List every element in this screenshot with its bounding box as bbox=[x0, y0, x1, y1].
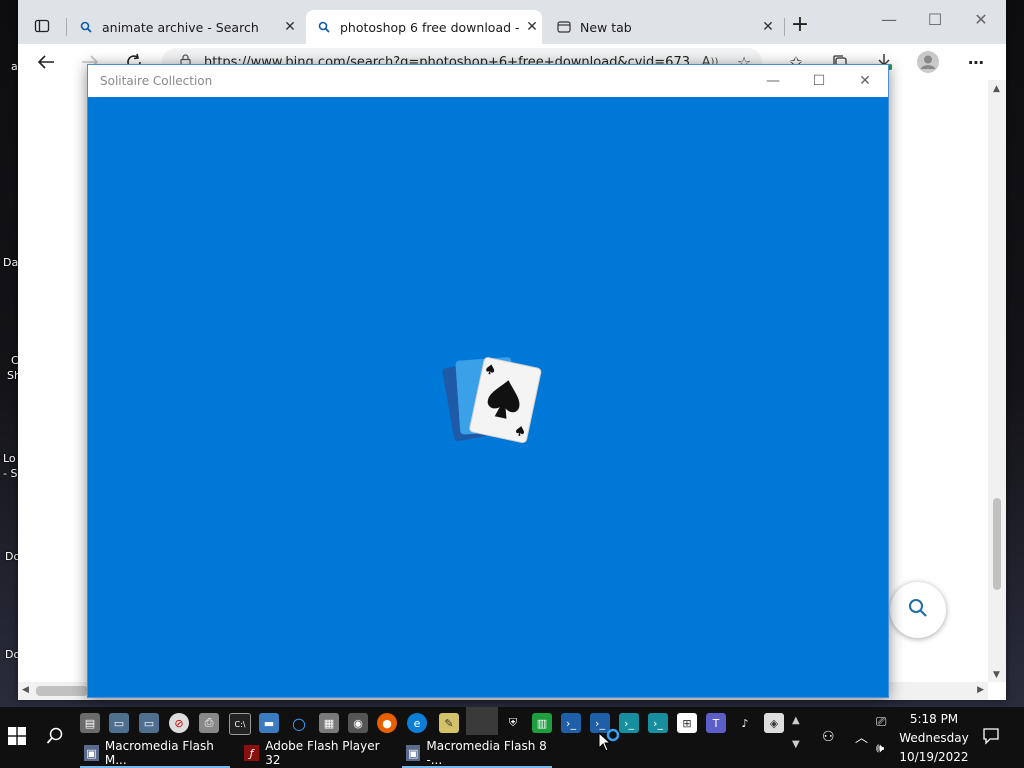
flash-player-icon: ƒ bbox=[244, 745, 260, 761]
task-label: Adobe Flash Player 32 bbox=[265, 739, 380, 767]
new-tab-icon bbox=[556, 19, 572, 35]
close-tab-icon[interactable]: ✕ bbox=[280, 19, 300, 35]
tab-actions-icon[interactable] bbox=[28, 14, 56, 38]
taskbar-search-icon[interactable] bbox=[46, 727, 64, 749]
windows-icon bbox=[8, 727, 26, 745]
minimize-icon[interactable]: — bbox=[750, 65, 796, 97]
scroll-down-arrow-icon[interactable]: ▼ bbox=[993, 670, 1000, 680]
edge-icon[interactable]: e bbox=[407, 713, 427, 733]
close-icon[interactable]: ✕ bbox=[842, 65, 888, 97]
network-icon[interactable]: ▭ bbox=[139, 713, 159, 733]
clock-app-icon[interactable]: ⊘ bbox=[169, 713, 189, 733]
volume-icon[interactable]: 🕪 bbox=[876, 741, 884, 756]
tab-strip: animate archive - Search ✕ photoshop 6 f… bbox=[18, 0, 1006, 44]
desktop-icon-label[interactable]: - S bbox=[3, 467, 17, 480]
clock-date: 10/19/2022 bbox=[899, 750, 969, 764]
maximize-icon[interactable]: ☐ bbox=[912, 10, 958, 29]
taskbar-task-flash-8[interactable]: ▣ Macromedia Flash 8 -... bbox=[402, 738, 552, 768]
profile-avatar[interactable] bbox=[914, 50, 942, 74]
solitaire-window: Solitaire Collection — ☐ ✕ bbox=[87, 64, 889, 698]
more-icon[interactable]: ⋯ bbox=[962, 50, 990, 74]
terminal-icon[interactable]: ›_ bbox=[619, 713, 639, 733]
search-icon bbox=[78, 19, 94, 35]
search-icon bbox=[316, 19, 332, 35]
new-tab-button[interactable]: + bbox=[786, 12, 814, 37]
back-icon[interactable] bbox=[32, 50, 60, 74]
taskbar-task-flash-player[interactable]: ƒ Adobe Flash Player 32 bbox=[240, 738, 392, 768]
flash-8-icon: ▣ bbox=[406, 745, 421, 761]
vertical-scroll-thumb[interactable] bbox=[993, 498, 1001, 590]
tiktok-icon[interactable]: ♪ bbox=[735, 713, 755, 733]
desktop-icon-label[interactable]: Lo bbox=[3, 452, 16, 465]
system-clock[interactable]: 5:18 PM Wednesday 10/19/2022 bbox=[896, 710, 972, 767]
clock-time: 5:18 PM bbox=[909, 712, 959, 726]
close-tab-icon[interactable]: ✕ bbox=[522, 19, 542, 35]
solitaire-title-bar[interactable]: Solitaire Collection — ☐ ✕ bbox=[88, 65, 888, 97]
window-title: Solitaire Collection bbox=[100, 74, 213, 88]
taskbar-scroll-icon[interactable]: ▲ ▼ bbox=[792, 709, 800, 757]
show-hidden-icons-icon[interactable]: ︿ bbox=[855, 727, 868, 746]
close-tab-icon[interactable]: ✕ bbox=[758, 19, 778, 35]
vertical-scrollbar[interactable]: ▲ ▼ bbox=[988, 80, 1006, 682]
solitaire-logo-icon bbox=[438, 353, 542, 453]
taskbar-task-flash-mx[interactable]: ▣ Macromedia Flash M... bbox=[80, 738, 230, 768]
desktop-icon-label[interactable]: Da bbox=[3, 256, 18, 269]
start-button[interactable] bbox=[8, 727, 26, 749]
scroll-up-arrow-icon[interactable]: ▲ bbox=[993, 84, 1000, 94]
security-icon[interactable]: ⛨ bbox=[503, 713, 523, 733]
task-label: Macromedia Flash 8 -... bbox=[426, 739, 547, 767]
command-prompt-icon[interactable]: C:\ bbox=[229, 713, 251, 735]
store-icon[interactable]: ⊞ bbox=[677, 713, 697, 733]
tab-label: photoshop 6 free download - Se bbox=[340, 19, 522, 35]
tab-new-tab[interactable]: New tab ✕ bbox=[546, 10, 778, 44]
cortana-icon[interactable]: ○ bbox=[289, 713, 309, 733]
monitor-icon[interactable]: ▬ bbox=[259, 713, 279, 733]
notepad-icon[interactable]: ▤ bbox=[80, 713, 100, 733]
firefox-icon[interactable]: ● bbox=[377, 713, 397, 733]
printer-icon[interactable]: ⎙ bbox=[199, 713, 219, 733]
scroll-left-arrow-icon[interactable]: ◀ bbox=[22, 685, 29, 695]
calculator-icon[interactable]: ▦ bbox=[319, 713, 339, 733]
busy-cursor-icon bbox=[606, 727, 620, 746]
solitaire-taskbar-icon[interactable] bbox=[466, 707, 498, 735]
tab-animate-archive[interactable]: animate archive - Search ✕ bbox=[68, 10, 300, 44]
people-icon[interactable]: ⚇ bbox=[822, 729, 835, 745]
maximize-icon[interactable]: ☐ bbox=[796, 65, 842, 97]
minimize-icon[interactable]: — bbox=[866, 10, 912, 29]
powershell-icon[interactable]: ›_ bbox=[561, 713, 581, 733]
horizontal-scroll-thumb[interactable] bbox=[36, 686, 88, 696]
tab-photoshop-search[interactable]: photoshop 6 free download - Se ✕ bbox=[306, 10, 542, 44]
notifications-icon[interactable] bbox=[982, 727, 1000, 749]
search-fab-button[interactable] bbox=[890, 582, 946, 638]
scroll-right-arrow-icon[interactable]: ▶ bbox=[977, 685, 984, 695]
task-label: Macromedia Flash M... bbox=[104, 739, 214, 767]
notes-icon[interactable]: ✎ bbox=[439, 713, 459, 733]
search-icon bbox=[908, 598, 928, 622]
teams-icon[interactable]: T bbox=[706, 713, 726, 733]
terminal-icon-2[interactable]: ›_ bbox=[648, 713, 668, 733]
close-icon[interactable]: ✕ bbox=[958, 10, 1004, 29]
tab-label: New tab bbox=[580, 19, 632, 35]
computer-icon[interactable]: ▭ bbox=[109, 713, 129, 733]
tab-label: animate archive - Search bbox=[102, 19, 259, 35]
green-app-icon[interactable]: ▥ bbox=[532, 713, 552, 733]
network-status-icon[interactable]: ⎚ bbox=[876, 715, 886, 730]
roblox-icon[interactable]: ◈ bbox=[764, 713, 784, 733]
flash-mx-icon: ▣ bbox=[84, 745, 99, 761]
desktop-icon-label[interactable]: a bbox=[11, 60, 18, 73]
clock-day: Wednesday bbox=[899, 731, 969, 745]
camera-icon[interactable]: ◉ bbox=[348, 713, 368, 733]
